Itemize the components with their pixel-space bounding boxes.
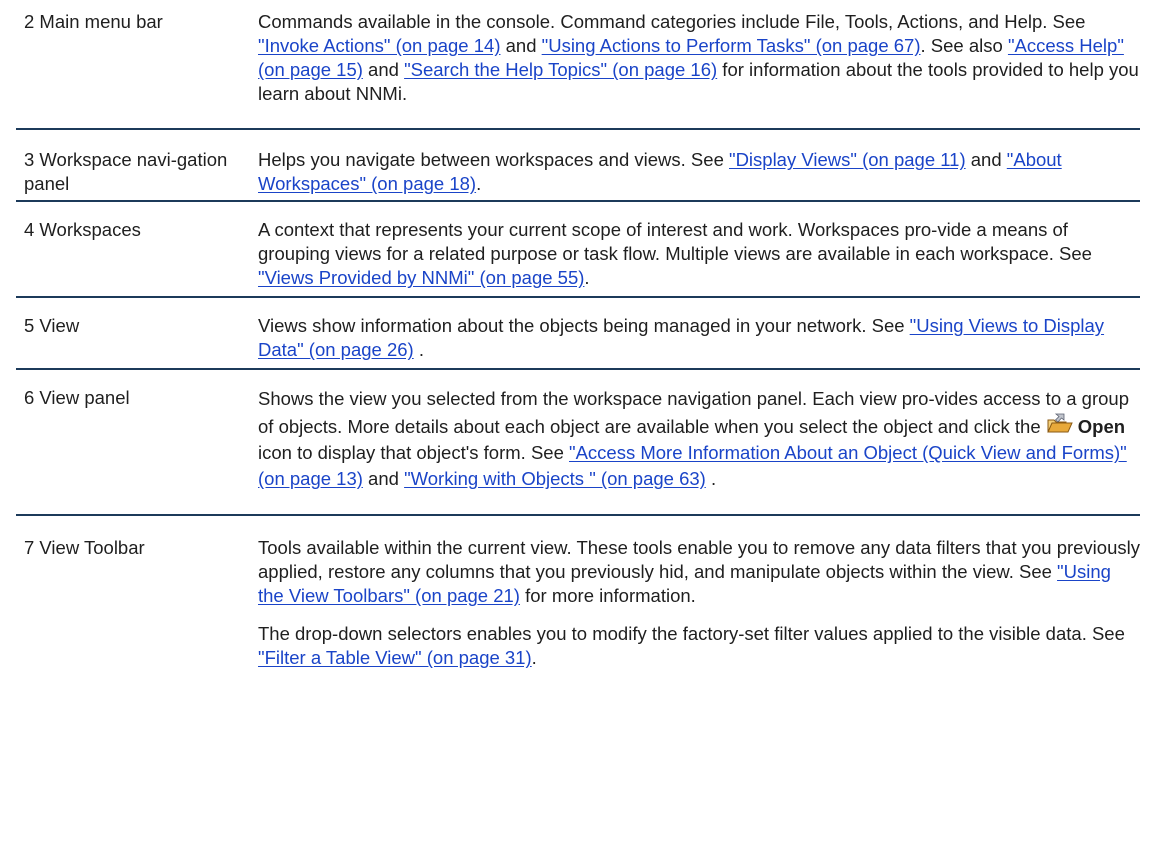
description-paragraph: Commands available in the console. Comma… [258,11,1139,104]
cross-reference-link[interactable]: "Views Provided by NNMi" (on page 55) [258,267,584,288]
table-row: 7 View Toolbar Tools available within th… [16,528,1140,828]
description-paragraph: Tools available within the current view.… [258,537,1140,606]
table-row: 5 View Views show information about the … [16,306,1140,370]
cross-reference-link[interactable]: "Using Actions to Perform Tasks" (on pag… [542,35,921,56]
row-description: Commands available in the console. Comma… [258,10,1140,106]
row-description: A context that represents your current s… [258,218,1140,290]
cross-reference-link[interactable]: "Using the View Toolbars" (on page 21) [258,561,1111,606]
row-description: Views show information about the objects… [258,314,1140,362]
table-row: 3 Workspace navi-gation panel Helps you … [16,140,1140,202]
description-paragraph: Views show information about the objects… [258,315,1105,360]
cross-reference-link[interactable]: "Search the Help Topics" (on page 16) [404,59,717,80]
row-label: 6 View panel [24,387,130,408]
row-label: 4 Workspaces [24,219,141,240]
table-row: 4 Workspaces A context that represents y… [16,210,1140,298]
cross-reference-link[interactable]: "Using Views to Display Data" (on page 2… [258,315,1104,360]
description-paragraph: The drop-down selectors enables you to m… [258,623,1125,668]
cross-reference-link[interactable]: "Display Views" (on page 11) [729,149,966,170]
table-row: 2 Main menu bar Commands available in th… [16,8,1140,130]
description-paragraph: Helps you navigate between workspaces an… [258,149,1062,194]
row-label-text: 3 Workspace navi-gation panel [24,149,228,194]
row-label: 3 Workspace navi-gation panel [16,148,246,196]
cross-reference-link[interactable]: "Filter a Table View" (on page 31) [258,647,532,668]
row-label: 2 Main menu bar [24,11,163,32]
row-description: Helps you navigate between workspaces an… [258,148,1140,196]
description-paragraph: A context that represents your current s… [258,219,1092,288]
table-row: 6 View panel Shows the view you selected… [16,378,1140,516]
cross-reference-link[interactable]: "Invoke Actions" (on page 14) [258,35,500,56]
row-description: Shows the view you selected from the wor… [258,386,1140,492]
row-label: 5 View [24,315,80,336]
bold-term: Open [1077,416,1126,437]
open-icon [1046,412,1074,436]
row-label: 7 View Toolbar [24,537,145,558]
cross-reference-link[interactable]: "Working with Objects " (on page 63) [404,468,706,489]
description-paragraph: Shows the view you selected from the wor… [258,388,1129,489]
row-description: Tools available within the current view.… [258,536,1140,670]
